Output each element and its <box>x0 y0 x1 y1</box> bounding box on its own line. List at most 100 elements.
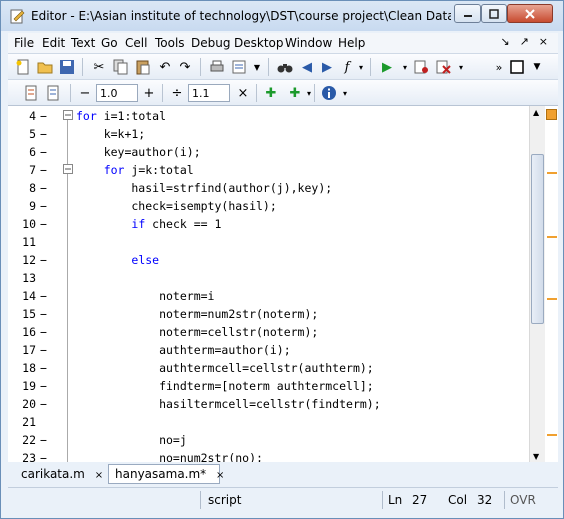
find-binoculars-icon[interactable] <box>276 58 294 76</box>
cell-mode-icon[interactable] <box>22 84 40 102</box>
save-icon[interactable] <box>58 58 76 76</box>
close-button[interactable] <box>507 4 553 23</box>
tab-carikata[interactable]: carikata.m × <box>14 464 106 484</box>
menu-go[interactable]: Go <box>101 36 118 50</box>
breakpoint-dash[interactable]: − <box>40 125 47 143</box>
breakpoint-dash[interactable]: − <box>40 305 47 323</box>
layout-dropdown-icon[interactable]: ▼ <box>528 58 546 76</box>
scroll-down-arrow-icon[interactable]: ▼ <box>533 452 539 461</box>
breakpoint-dash[interactable]: − <box>40 215 47 233</box>
pin-arrow-icon[interactable]: ↗ <box>520 35 529 48</box>
undo-icon[interactable]: ↶ <box>156 58 174 76</box>
menu-file[interactable]: File <box>14 36 34 50</box>
copy-icon[interactable] <box>112 58 130 76</box>
print-icon[interactable] <box>208 58 226 76</box>
undock-close-icon[interactable]: × <box>539 35 548 48</box>
open-folder-icon[interactable] <box>36 58 54 76</box>
code-line[interactable]: noterm=cellstr(noterm); <box>76 323 552 341</box>
back-arrow-icon[interactable]: ◀ <box>298 58 316 76</box>
code-line[interactable]: for j=k:total <box>76 161 552 179</box>
menu-desktop[interactable]: Desktop <box>234 36 284 50</box>
breakpoint-dash[interactable]: − <box>40 197 47 215</box>
code-line[interactable]: for i=1:total <box>76 107 552 125</box>
code-line[interactable]: hasil=strfind(author(j),key); <box>76 179 552 197</box>
function-dropdown-icon[interactable]: ▾ <box>352 58 370 76</box>
warning-marker[interactable] <box>547 236 557 238</box>
clear-breakpoints-icon[interactable] <box>434 58 452 76</box>
breakpoint-dash[interactable]: − <box>40 359 47 377</box>
breakpoint-dropdown-icon[interactable]: ▾ <box>452 58 470 76</box>
warning-marker[interactable] <box>547 434 557 436</box>
code-line[interactable]: k=k+1; <box>76 125 552 143</box>
breakpoint-dash[interactable]: − <box>40 161 47 179</box>
paste-icon[interactable] <box>134 58 152 76</box>
code-line[interactable]: authtermcell=cellstr(authterm); <box>76 359 552 377</box>
menu-cell[interactable]: Cell <box>125 36 147 50</box>
scroll-thumb[interactable] <box>531 154 544 324</box>
increment-button[interactable]: + <box>140 84 158 102</box>
eval-cell-icon[interactable] <box>44 84 62 102</box>
code-line[interactable] <box>76 413 552 431</box>
decrement-button[interactable]: − <box>76 84 94 102</box>
breakpoint-dash[interactable]: − <box>40 341 47 359</box>
breakpoint-dash[interactable]: − <box>40 107 47 125</box>
breakpoint-dash[interactable]: − <box>40 449 47 462</box>
code-line[interactable]: key=author(i); <box>76 143 552 161</box>
minimize-button[interactable] <box>454 4 481 23</box>
menu-edit[interactable]: Edit <box>42 36 65 50</box>
maximize-button[interactable] <box>481 4 507 23</box>
close-tab-icon[interactable]: × <box>216 470 224 481</box>
dock-arrow-icon[interactable]: ↘ <box>500 35 509 48</box>
more-tools-chevron-icon[interactable]: » <box>490 58 508 76</box>
code-status-indicator[interactable] <box>546 109 557 120</box>
code-line[interactable]: hasiltermcell=cellstr(findterm); <box>76 395 552 413</box>
multiply-button[interactable]: × <box>234 84 252 102</box>
code-line[interactable]: no=num2str(no); <box>76 449 552 462</box>
code-line[interactable]: check=isempty(hasil); <box>76 197 552 215</box>
breakpoint-dash[interactable]: − <box>40 251 47 269</box>
dropdown-arrow-icon[interactable]: ▼ <box>248 58 266 76</box>
divide-button[interactable]: ÷ <box>168 84 186 102</box>
menu-debug[interactable]: Debug <box>191 36 230 50</box>
breakpoint-dash[interactable]: − <box>40 143 47 161</box>
fold-toggle-icon[interactable] <box>63 110 73 120</box>
code-area[interactable]: for i=1:total k=k+1; key=author(i); for … <box>76 106 528 462</box>
code-line[interactable]: findterm=[noterm authtermcell]; <box>76 377 552 395</box>
fold-toggle-icon[interactable] <box>63 164 73 174</box>
vertical-scrollbar[interactable]: ▲ ▼ <box>529 106 545 462</box>
breakpoint-dash[interactable]: − <box>40 377 47 395</box>
layout-box-icon[interactable] <box>508 58 526 76</box>
breakpoint-dash[interactable]: − <box>40 323 47 341</box>
code-line[interactable] <box>76 233 552 251</box>
menu-text[interactable]: Text <box>71 36 95 50</box>
page-setup-icon[interactable] <box>230 58 248 76</box>
breakpoint-dash[interactable]: − <box>40 431 47 449</box>
code-line[interactable]: authterm=author(i); <box>76 341 552 359</box>
close-tab-icon[interactable]: × <box>95 470 103 481</box>
warning-marker[interactable] <box>547 298 557 300</box>
set-breakpoint-icon[interactable] <box>412 58 430 76</box>
cut-icon[interactable]: ✂ <box>90 58 108 76</box>
run-icon[interactable]: ▶ <box>378 58 396 76</box>
tab-hanyasama[interactable]: hanyasama.m* × <box>108 464 224 484</box>
code-line[interactable]: noterm=num2str(noterm); <box>76 305 552 323</box>
breakpoint-dash[interactable]: − <box>40 395 47 413</box>
breakpoint-dash[interactable]: − <box>40 287 47 305</box>
info-dropdown-icon[interactable]: ▾ <box>336 84 354 102</box>
menu-window[interactable]: Window <box>285 36 332 50</box>
code-line[interactable]: no=j <box>76 431 552 449</box>
breakpoint-dash[interactable]: − <box>40 179 47 197</box>
scroll-up-arrow-icon[interactable]: ▲ <box>533 108 539 117</box>
cell-titles-dropdown-icon[interactable]: ▾ <box>300 84 318 102</box>
code-line[interactable]: if check == 1 <box>76 215 552 233</box>
code-line[interactable]: noterm=i <box>76 287 552 305</box>
warning-marker[interactable] <box>547 172 557 174</box>
code-editor[interactable]: 4−5−6−7−8−9−10−11 12−13 14−15−16−17−18−19−… <box>8 105 558 462</box>
show-cell-titles-icon[interactable]: ✚ <box>262 84 280 102</box>
cell-value-field-2[interactable]: 1.1 <box>188 84 230 102</box>
redo-icon[interactable]: ↷ <box>176 58 194 76</box>
menu-help[interactable]: Help <box>338 36 365 50</box>
cell-value-field-1[interactable]: 1.0 <box>96 84 138 102</box>
forward-arrow-icon[interactable]: ▶ <box>318 58 336 76</box>
code-line[interactable]: else <box>76 251 552 269</box>
